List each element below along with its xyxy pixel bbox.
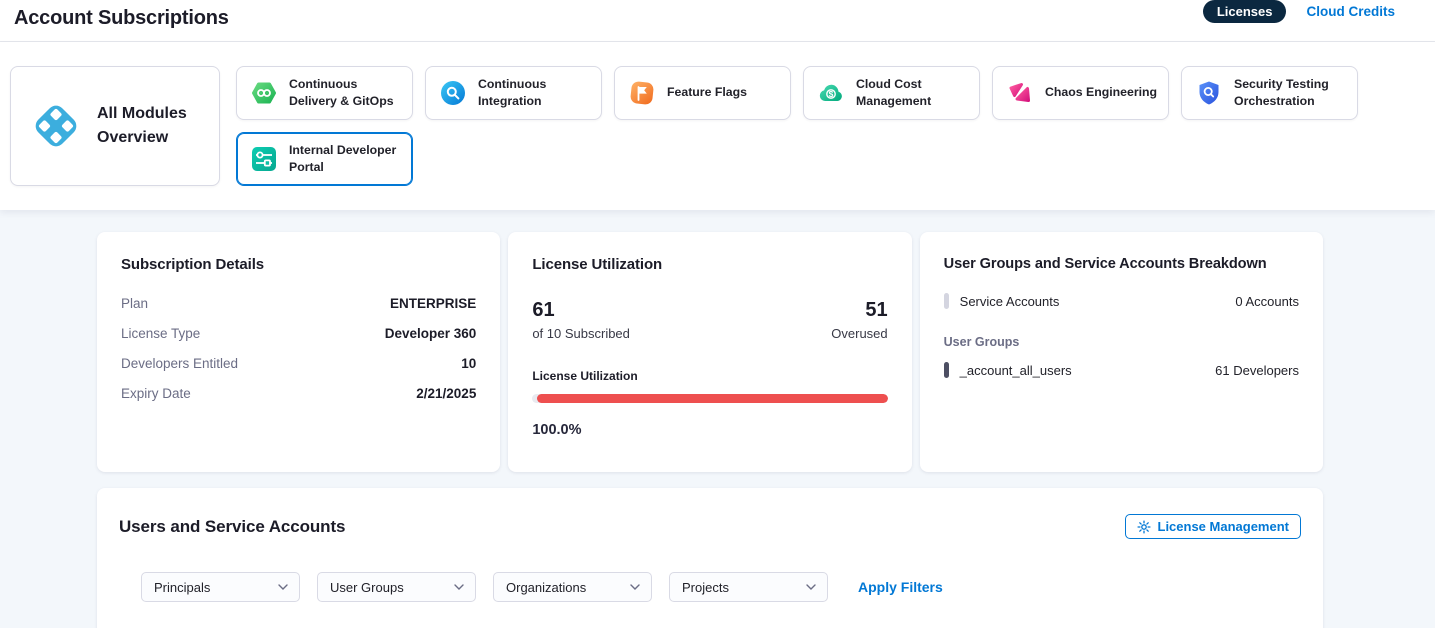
user-groups-filter-dropdown[interactable]: User Groups [317,572,476,602]
users-service-accounts-card: Users and Service Accounts License Manag… [97,488,1323,628]
detail-label: Plan [121,296,148,311]
service-accounts-swatch [944,293,949,309]
module-label: Continuous Delivery & GitOps [289,76,406,111]
module-card-cloud-cost[interactable]: $ Cloud Cost Management [803,66,980,120]
license-management-button[interactable]: License Management [1125,514,1302,539]
module-label: Feature Flags [667,84,747,101]
organizations-filter-dropdown[interactable]: Organizations [493,572,652,602]
license-utilization-title: License Utilization [532,256,887,273]
utilization-bar-label: License Utilization [532,369,887,383]
license-tabs: Licenses Cloud Credits [1203,0,1395,23]
module-card-cd-gitops[interactable]: Continuous Delivery & GitOps [236,66,413,120]
chevron-down-icon [630,584,640,590]
utilization-percent: 100.0% [532,422,887,438]
detail-row-license-type: License Type Developer 360 [121,326,476,341]
tab-cloud-credits[interactable]: Cloud Credits [1306,4,1395,19]
page-title: Account Subscriptions [14,7,229,30]
used-count-block: 61 of 10 Subscribed [532,299,630,341]
principals-filter-dropdown[interactable]: Principals [141,572,300,602]
page-header: Account Subscriptions Licenses Cloud Cre… [0,0,1435,42]
detail-value: Developer 360 [385,326,477,341]
projects-filter-dropdown[interactable]: Projects [669,572,828,602]
subscription-details-title: Subscription Details [121,256,476,273]
detail-label: License Type [121,326,200,341]
principals-filter-label: Principals [154,580,210,595]
license-utilization-card: License Utilization 61 of 10 Subscribed … [508,232,911,472]
module-card-security-testing[interactable]: Security Testing Orchestration [1181,66,1358,120]
detail-label: Developers Entitled [121,356,238,371]
service-accounts-label: Service Accounts [960,294,1060,309]
all-modules-overview-label: All Modules Overview [97,102,201,150]
cloud-cost-icon: $ [817,79,845,107]
module-label: Continuous Integration [478,76,595,111]
detail-row-expiry-date: Expiry Date 2/21/2025 [121,386,476,401]
detail-row-plan: Plan ENTERPRISE [121,296,476,311]
breakdown-card: User Groups and Service Accounts Breakdo… [920,232,1323,472]
organizations-filter-label: Organizations [506,580,586,595]
detail-value: ENTERPRISE [390,296,476,311]
detail-label: Expiry Date [121,386,191,401]
used-count: 61 [532,299,630,322]
detail-value: 2/21/2025 [416,386,476,401]
service-accounts-value: 0 Accounts [1235,294,1299,309]
continuous-integration-icon [439,79,467,107]
summary-cards-row: Subscription Details Plan ENTERPRISE Lic… [97,232,1323,472]
gear-icon [1137,520,1151,534]
chevron-down-icon [454,584,464,590]
module-card-chaos-engineering[interactable]: Chaos Engineering [992,66,1169,120]
module-card-feature-flags[interactable]: Feature Flags [614,66,791,120]
subscription-details-card: Subscription Details Plan ENTERPRISE Lic… [97,232,500,472]
internal-developer-portal-icon [250,145,278,173]
users-card-title: Users and Service Accounts [119,517,345,537]
all-modules-icon [29,99,83,153]
module-label: Cloud Cost Management [856,76,973,111]
modules-strip: All Modules Overview Continuous Delivery… [0,42,1435,210]
detail-row-developers-entitled: Developers Entitled 10 [121,356,476,371]
user-group-label: _account_all_users [960,363,1072,378]
svg-text:$: $ [829,89,834,99]
cd-gitops-icon [250,79,278,107]
used-caption: of 10 Subscribed [532,326,630,341]
overused-count: 51 [831,299,887,322]
user-group-value: 61 Developers [1215,363,1299,378]
chaos-engineering-icon [1006,79,1034,107]
module-card-continuous-integration[interactable]: Continuous Integration [425,66,602,120]
tab-licenses[interactable]: Licenses [1203,0,1287,23]
module-label: Security Testing Orchestration [1234,76,1351,111]
chevron-down-icon [806,584,816,590]
security-testing-icon [1195,79,1223,107]
service-accounts-row: Service Accounts 0 Accounts [944,293,1299,309]
utilization-numbers: 61 of 10 Subscribed 51 Overused [532,299,887,341]
all-modules-overview-card[interactable]: All Modules Overview [10,66,220,186]
module-grid: Continuous Delivery & GitOps Continuous … [236,66,1386,186]
apply-filters-link[interactable]: Apply Filters [858,579,943,595]
module-label: Internal Developer Portal [289,142,406,177]
content-area: Subscription Details Plan ENTERPRISE Lic… [0,210,1435,628]
utilization-bar-track [532,394,887,403]
user-group-row: _account_all_users 61 Developers [944,362,1299,378]
user-group-swatch [944,362,949,378]
utilization-bar-fill [537,394,887,403]
detail-value: 10 [461,356,476,371]
module-label: Chaos Engineering [1045,84,1157,101]
account-subscriptions-page: Account Subscriptions Licenses Cloud Cre… [0,0,1435,628]
breakdown-title: User Groups and Service Accounts Breakdo… [944,256,1299,272]
chevron-down-icon [278,584,288,590]
users-card-header: Users and Service Accounts License Manag… [119,514,1301,539]
overused-count-block: 51 Overused [831,299,887,341]
feature-flags-icon [628,79,656,107]
user-groups-filter-label: User Groups [330,580,404,595]
filters-row: Principals User Groups Organizations [141,572,1301,602]
overused-caption: Overused [831,326,887,341]
projects-filter-label: Projects [682,580,729,595]
module-card-internal-developer-portal[interactable]: Internal Developer Portal [236,132,413,186]
user-groups-heading: User Groups [944,335,1299,349]
license-management-label: License Management [1158,519,1290,534]
